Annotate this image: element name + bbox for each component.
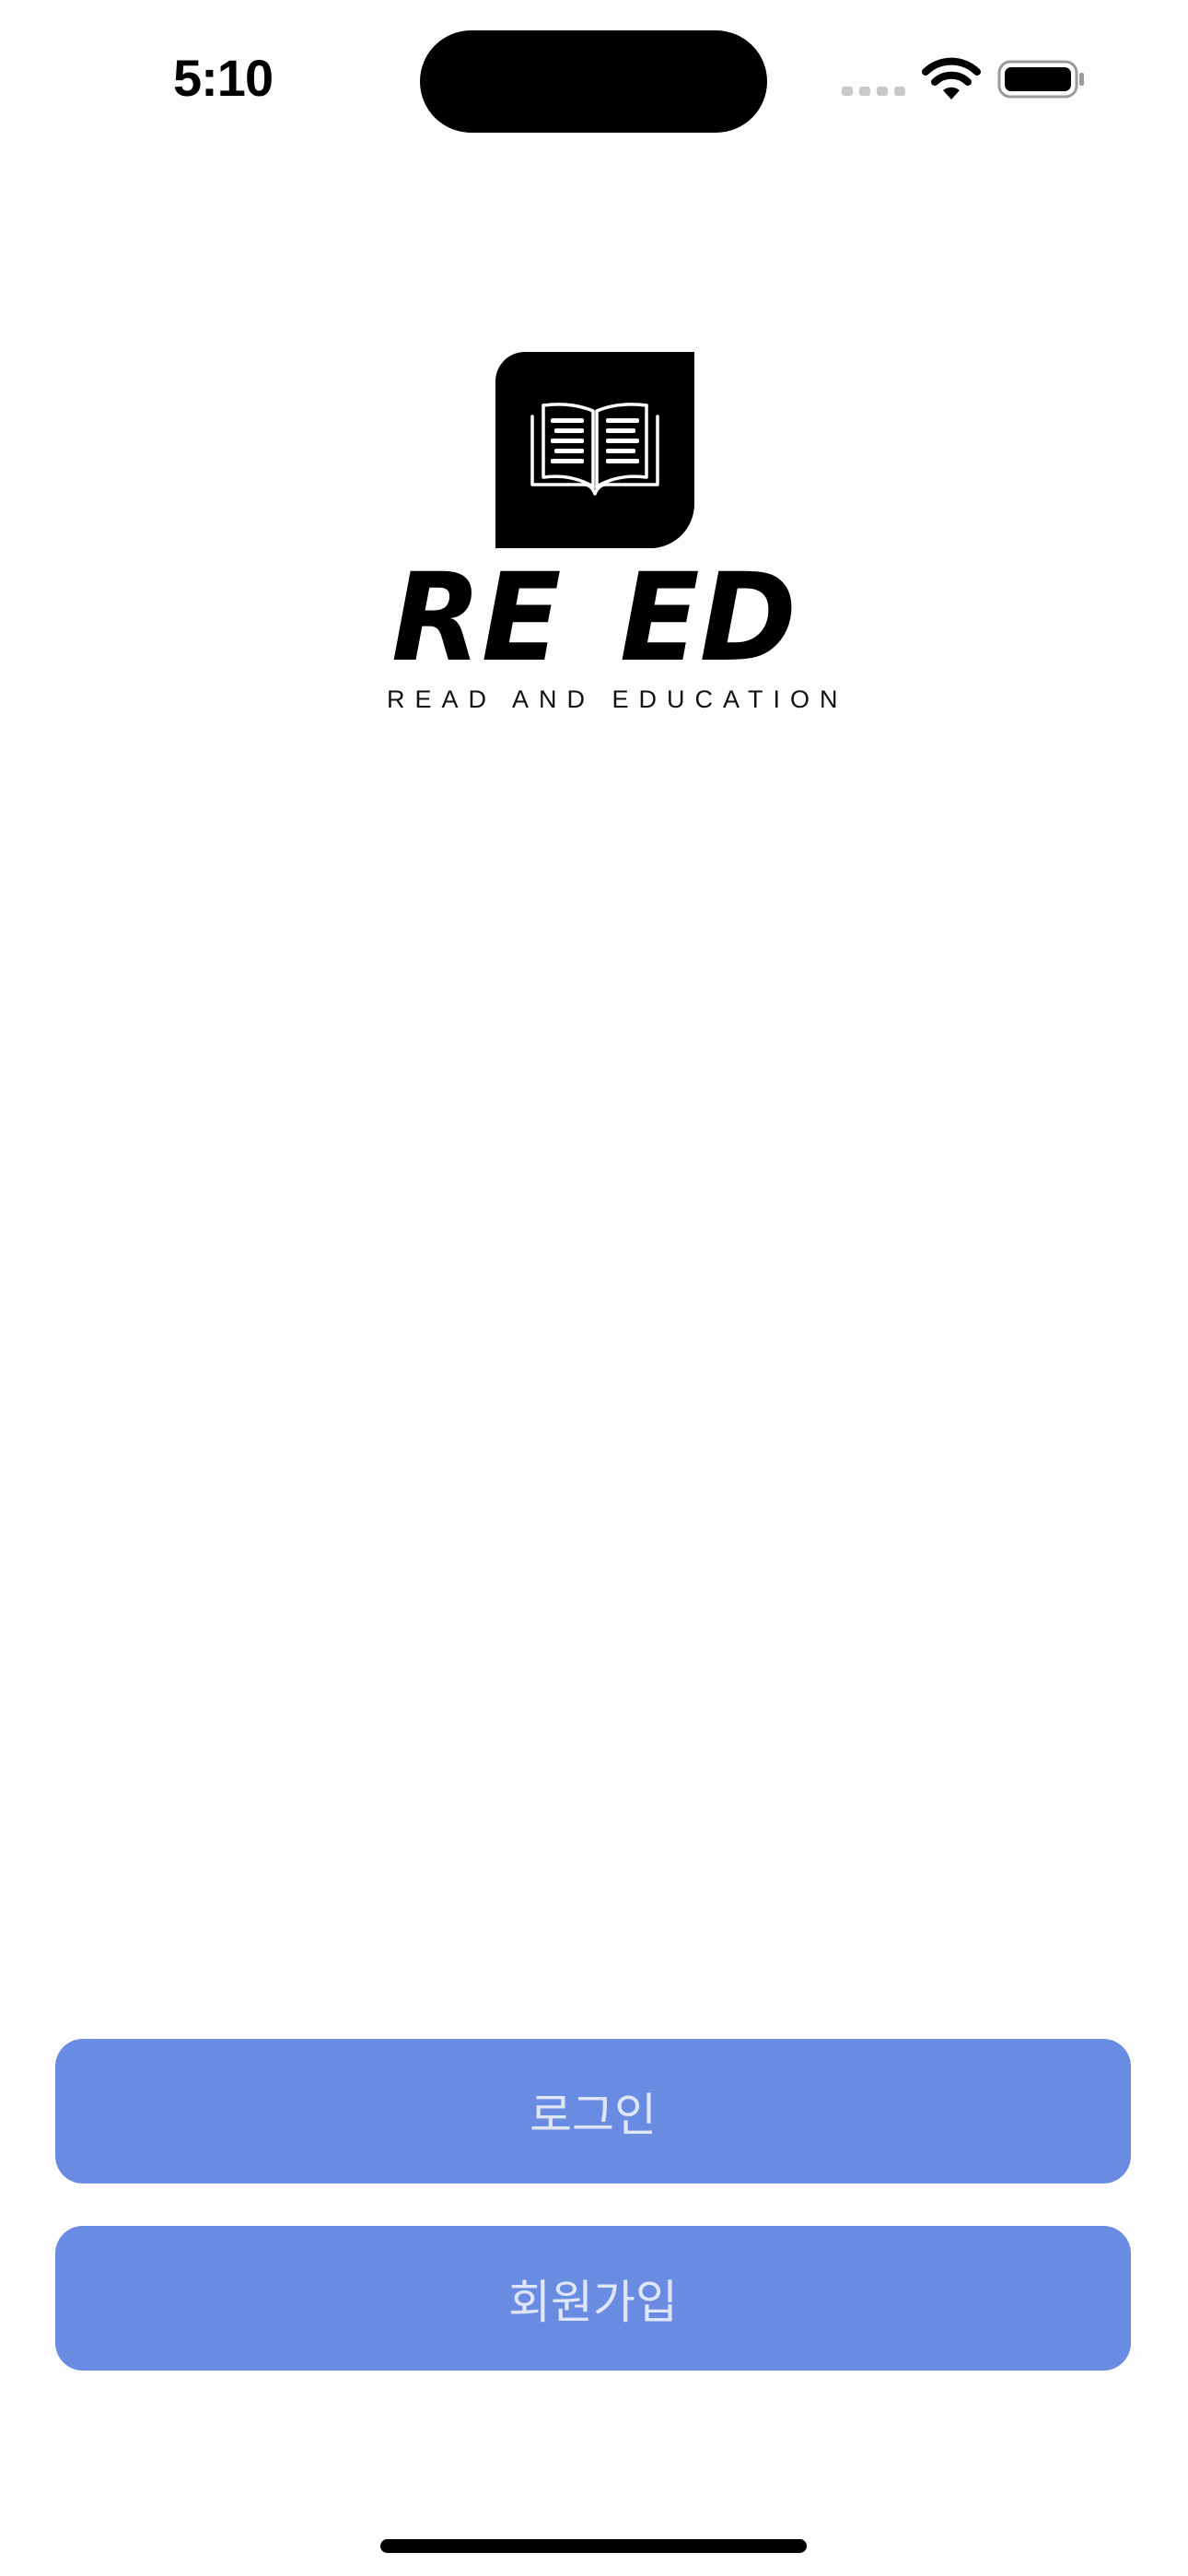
logo-tagline: READ AND EDUCATION bbox=[387, 685, 848, 713]
status-bar: 5:10 bbox=[0, 0, 1188, 157]
home-indicator bbox=[380, 2539, 807, 2553]
signup-button[interactable]: 회원가입 bbox=[55, 2226, 1131, 2371]
battery-icon bbox=[997, 60, 1084, 99]
cellular-signal-icon bbox=[842, 87, 905, 96]
svg-text:RE_ED: RE_ED bbox=[391, 551, 797, 671]
wifi-icon bbox=[922, 57, 981, 100]
status-time: 5:10 bbox=[173, 49, 274, 107]
logo-wordmark: RE_ED bbox=[391, 551, 797, 671]
dynamic-island bbox=[420, 30, 767, 133]
app-logo: RE_ED READ AND EDUCATION bbox=[387, 350, 848, 719]
open-book-icon bbox=[530, 403, 659, 496]
login-button[interactable]: 로그인 bbox=[55, 2039, 1131, 2184]
logo-tile bbox=[495, 352, 694, 548]
